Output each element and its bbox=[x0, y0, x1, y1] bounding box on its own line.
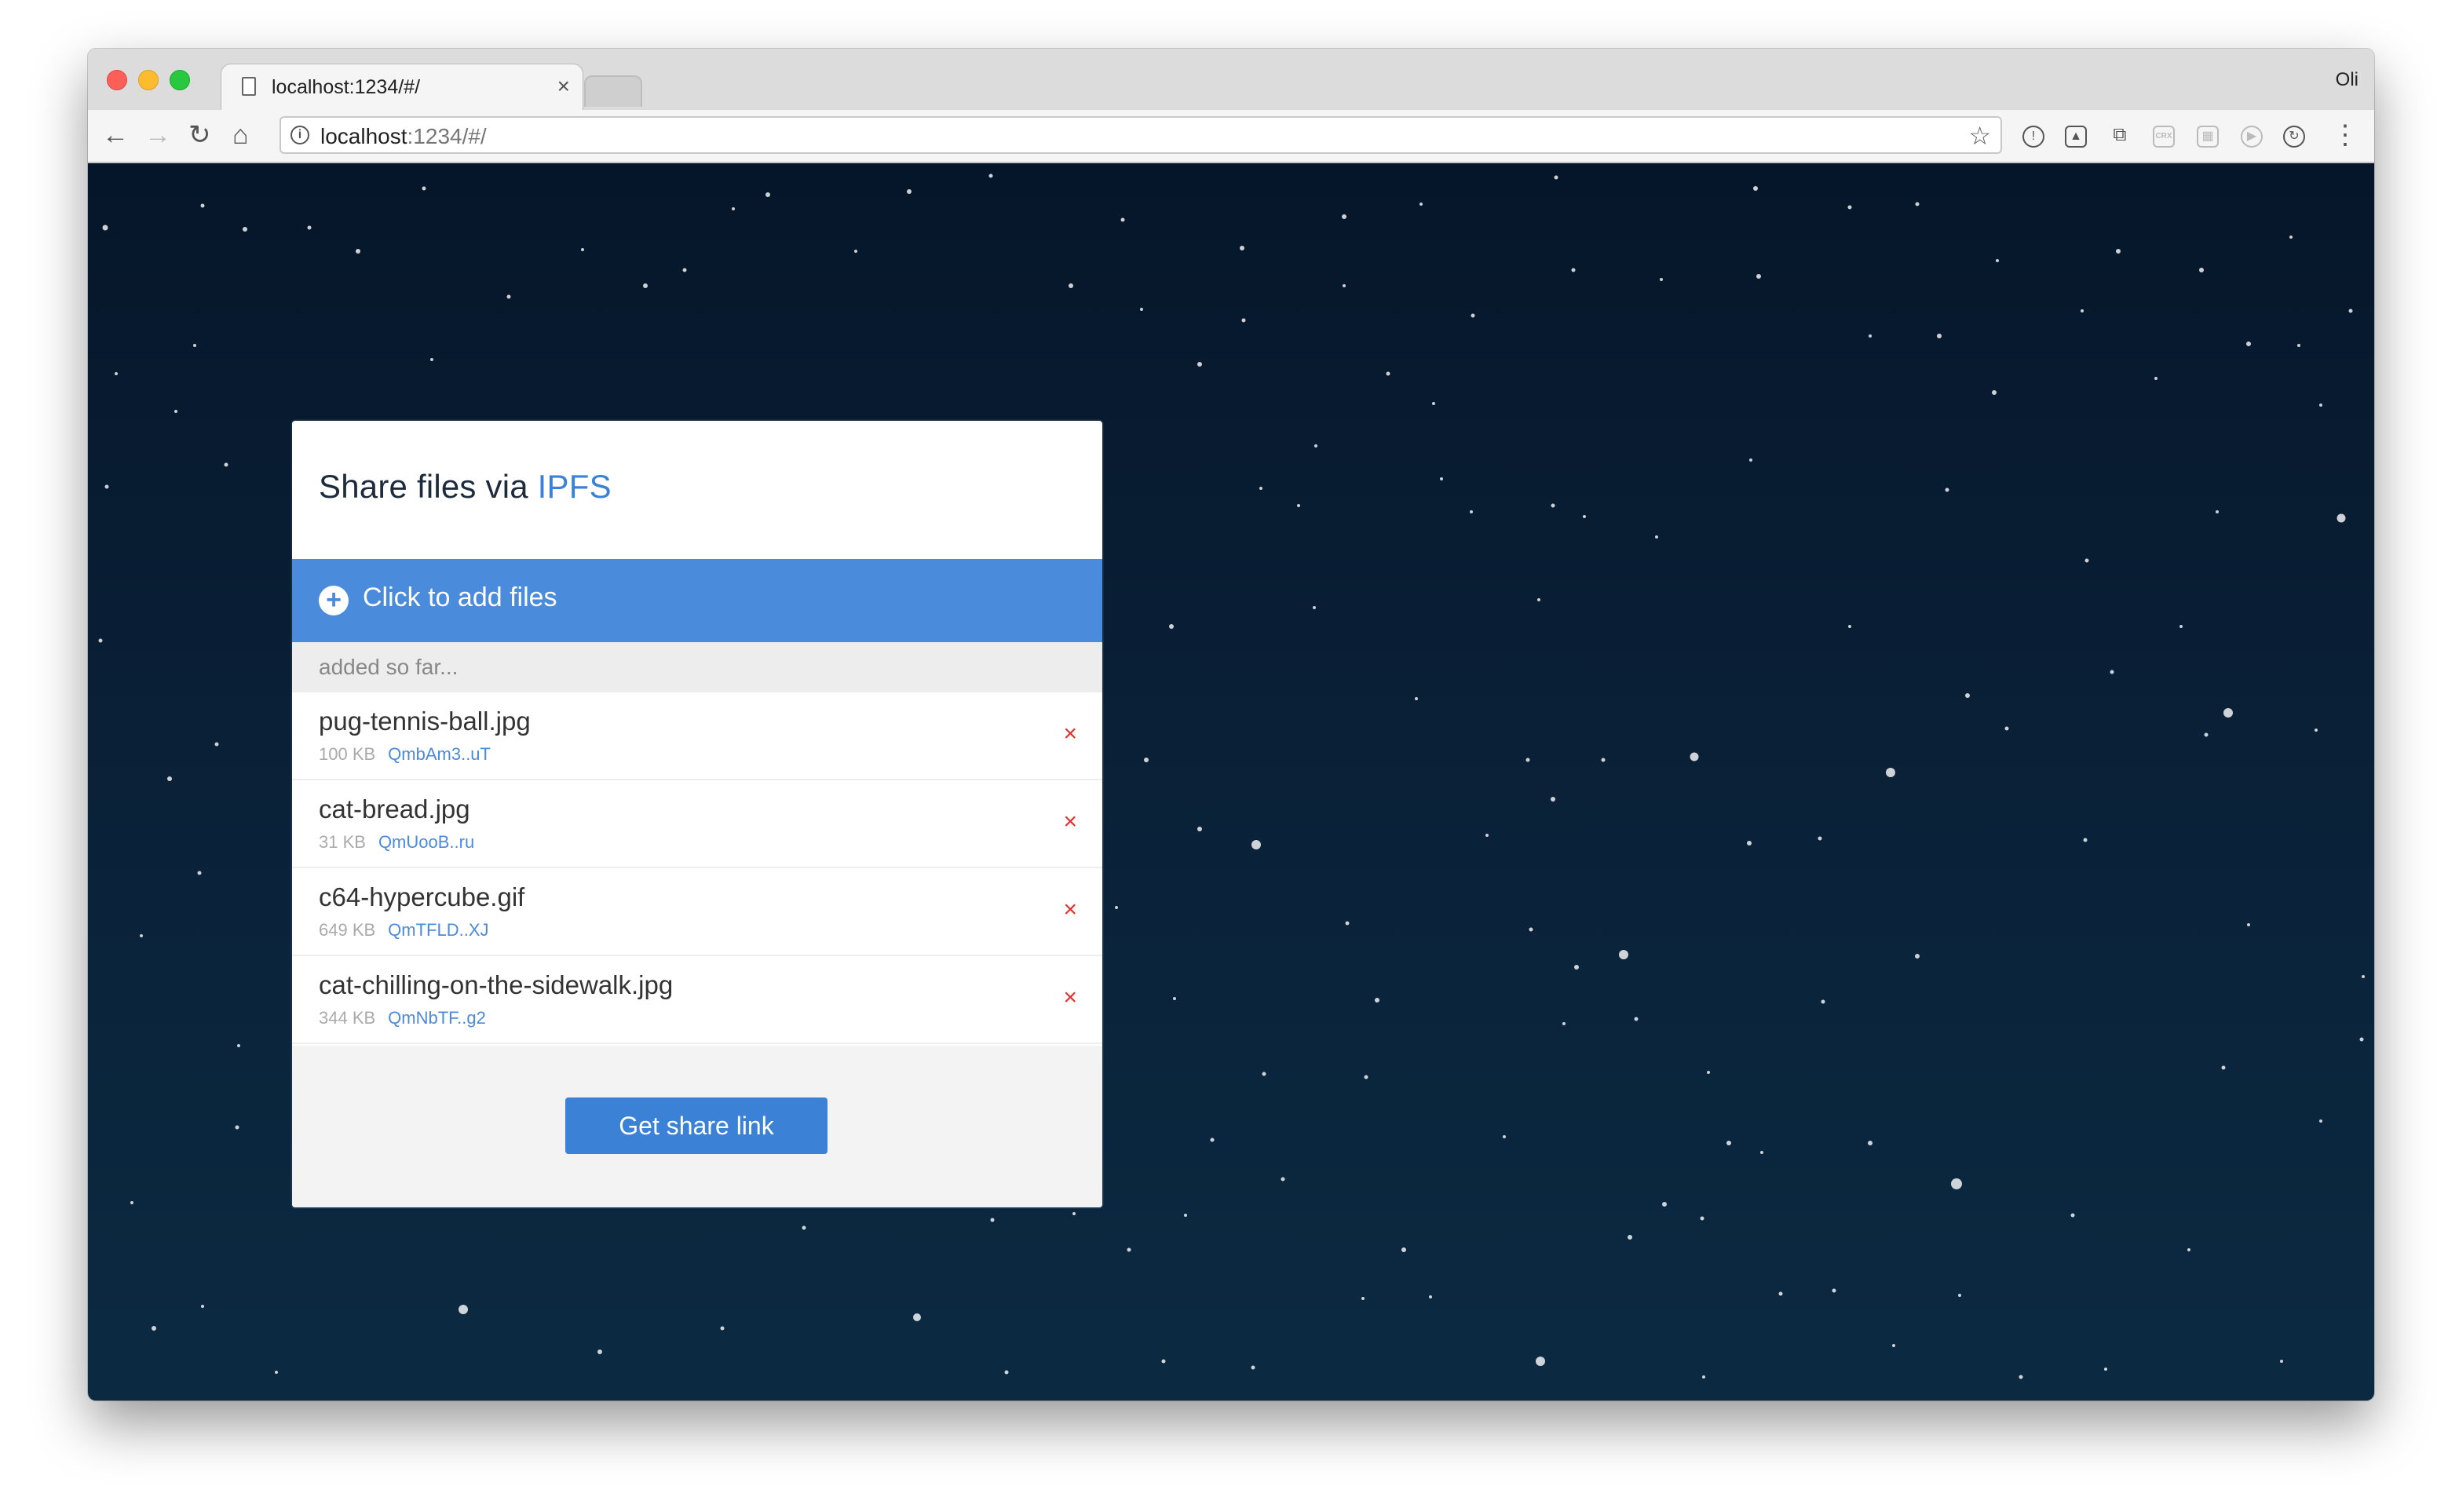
url-host: localhost bbox=[320, 124, 407, 148]
home-icon[interactable]: ⌂ bbox=[232, 118, 249, 152]
bookmark-star-icon[interactable]: ☆ bbox=[1968, 121, 1991, 151]
close-window-button[interactable] bbox=[107, 70, 127, 90]
bitwarden-icon[interactable]: ▲ bbox=[2065, 126, 2087, 148]
add-files-button[interactable]: + Click to add files bbox=[292, 559, 1102, 642]
share-card: Share files via IPFS + Click to add file… bbox=[292, 421, 1102, 1207]
file-name: cat-bread.jpg bbox=[319, 794, 470, 824]
cast-icon[interactable]: ⧉ bbox=[2109, 126, 2131, 148]
remove-file-icon[interactable]: × bbox=[1063, 897, 1077, 923]
url-text[interactable]: localhost:1234/#/ bbox=[320, 124, 487, 149]
file-hash-link[interactable]: QmTFLD..XJ bbox=[388, 920, 488, 940]
page-title: Share files via IPFS bbox=[319, 468, 612, 506]
remove-file-icon[interactable]: × bbox=[1063, 721, 1077, 747]
tab-title: localhost:1234/#/ bbox=[272, 76, 421, 98]
new-tab-button[interactable] bbox=[584, 75, 642, 107]
1password-icon[interactable]: ! bbox=[2022, 126, 2044, 148]
tab-close-icon[interactable]: × bbox=[557, 75, 570, 98]
remove-file-icon[interactable]: × bbox=[1063, 809, 1077, 835]
back-arrow-icon[interactable]: ← bbox=[102, 118, 129, 152]
info-icon[interactable]: i bbox=[290, 126, 309, 144]
file-size: 649 KB bbox=[319, 920, 376, 940]
list-item: pug-tennis-ball.jpg 100 KB QmbAm3..uT × bbox=[292, 692, 1102, 780]
browser-toolbar: ← → ↻ ⌂ i localhost:1234/#/ ☆ ! ▲ ⧉ CRX … bbox=[88, 110, 2374, 163]
file-list-label: added so far... bbox=[319, 655, 459, 679]
profile-name[interactable]: Oli bbox=[2336, 69, 2358, 91]
list-item: c64-hypercube.gif 649 KB QmTFLD..XJ × bbox=[292, 868, 1102, 956]
file-name: c64-hypercube.gif bbox=[319, 882, 525, 911]
crx-icon[interactable]: CRX bbox=[2153, 126, 2175, 148]
file-meta: 31 KB QmUooB..ru bbox=[319, 832, 474, 853]
get-share-link-button[interactable]: Get share link bbox=[565, 1097, 828, 1154]
file-size: 100 KB bbox=[319, 744, 376, 764]
plus-circle-icon: + bbox=[319, 586, 349, 615]
file-name: cat-chilling-on-the-sidewalk.jpg bbox=[319, 970, 674, 999]
address-bar[interactable]: i localhost:1234/#/ ☆ bbox=[280, 116, 2002, 154]
reload-icon[interactable]: ↻ bbox=[188, 118, 211, 152]
file-name: pug-tennis-ball.jpg bbox=[319, 707, 531, 736]
forward-arrow-icon[interactable]: → bbox=[144, 118, 171, 152]
remove-file-icon[interactable]: × bbox=[1063, 984, 1077, 1011]
page-icon bbox=[242, 77, 256, 96]
maximize-window-button[interactable] bbox=[170, 70, 190, 90]
card-footer: Get share link bbox=[292, 1046, 1102, 1207]
title-prefix: Share files via bbox=[319, 468, 538, 505]
file-hash-link[interactable]: QmNbTF..g2 bbox=[388, 1008, 486, 1028]
file-list: pug-tennis-ball.jpg 100 KB QmbAm3..uT × c… bbox=[292, 692, 1102, 1044]
play-extension-icon[interactable]: ▶ bbox=[2241, 126, 2263, 148]
add-files-label: Click to add files bbox=[363, 583, 557, 612]
file-list-header: added so far... bbox=[292, 642, 1102, 692]
list-item: cat-chilling-on-the-sidewalk.jpg 344 KB Q… bbox=[292, 956, 1102, 1044]
file-hash-link[interactable]: QmUooB..ru bbox=[378, 832, 474, 852]
file-meta: 100 KB QmbAm3..uT bbox=[319, 744, 491, 765]
file-size: 344 KB bbox=[319, 1008, 376, 1028]
list-item: cat-bread.jpg 31 KB QmUooB..ru × bbox=[292, 780, 1102, 868]
file-size: 31 KB bbox=[319, 832, 366, 852]
page-viewport: Share files via IPFS + Click to add file… bbox=[88, 163, 2374, 1401]
minimize-window-button[interactable] bbox=[138, 70, 159, 90]
menu-icon[interactable]: ⋮ bbox=[2332, 119, 2358, 151]
sync-extension-icon[interactable]: ↻ bbox=[2283, 126, 2305, 148]
url-path: :1234/#/ bbox=[407, 124, 487, 148]
file-meta: 649 KB QmTFLD..XJ bbox=[319, 920, 489, 940]
grid-extension-icon[interactable]: ▦ bbox=[2197, 126, 2219, 148]
file-meta: 344 KB QmNbTF..g2 bbox=[319, 1008, 486, 1028]
file-hash-link[interactable]: QmbAm3..uT bbox=[388, 744, 491, 764]
browser-tab[interactable]: localhost:1234/#/ × bbox=[221, 64, 583, 110]
title-accent: IPFS bbox=[537, 468, 612, 505]
title-bar: localhost:1234/#/ × Oli bbox=[88, 49, 2374, 110]
browser-window: localhost:1234/#/ × Oli ← → ↻ ⌂ i localh… bbox=[88, 49, 2374, 1401]
